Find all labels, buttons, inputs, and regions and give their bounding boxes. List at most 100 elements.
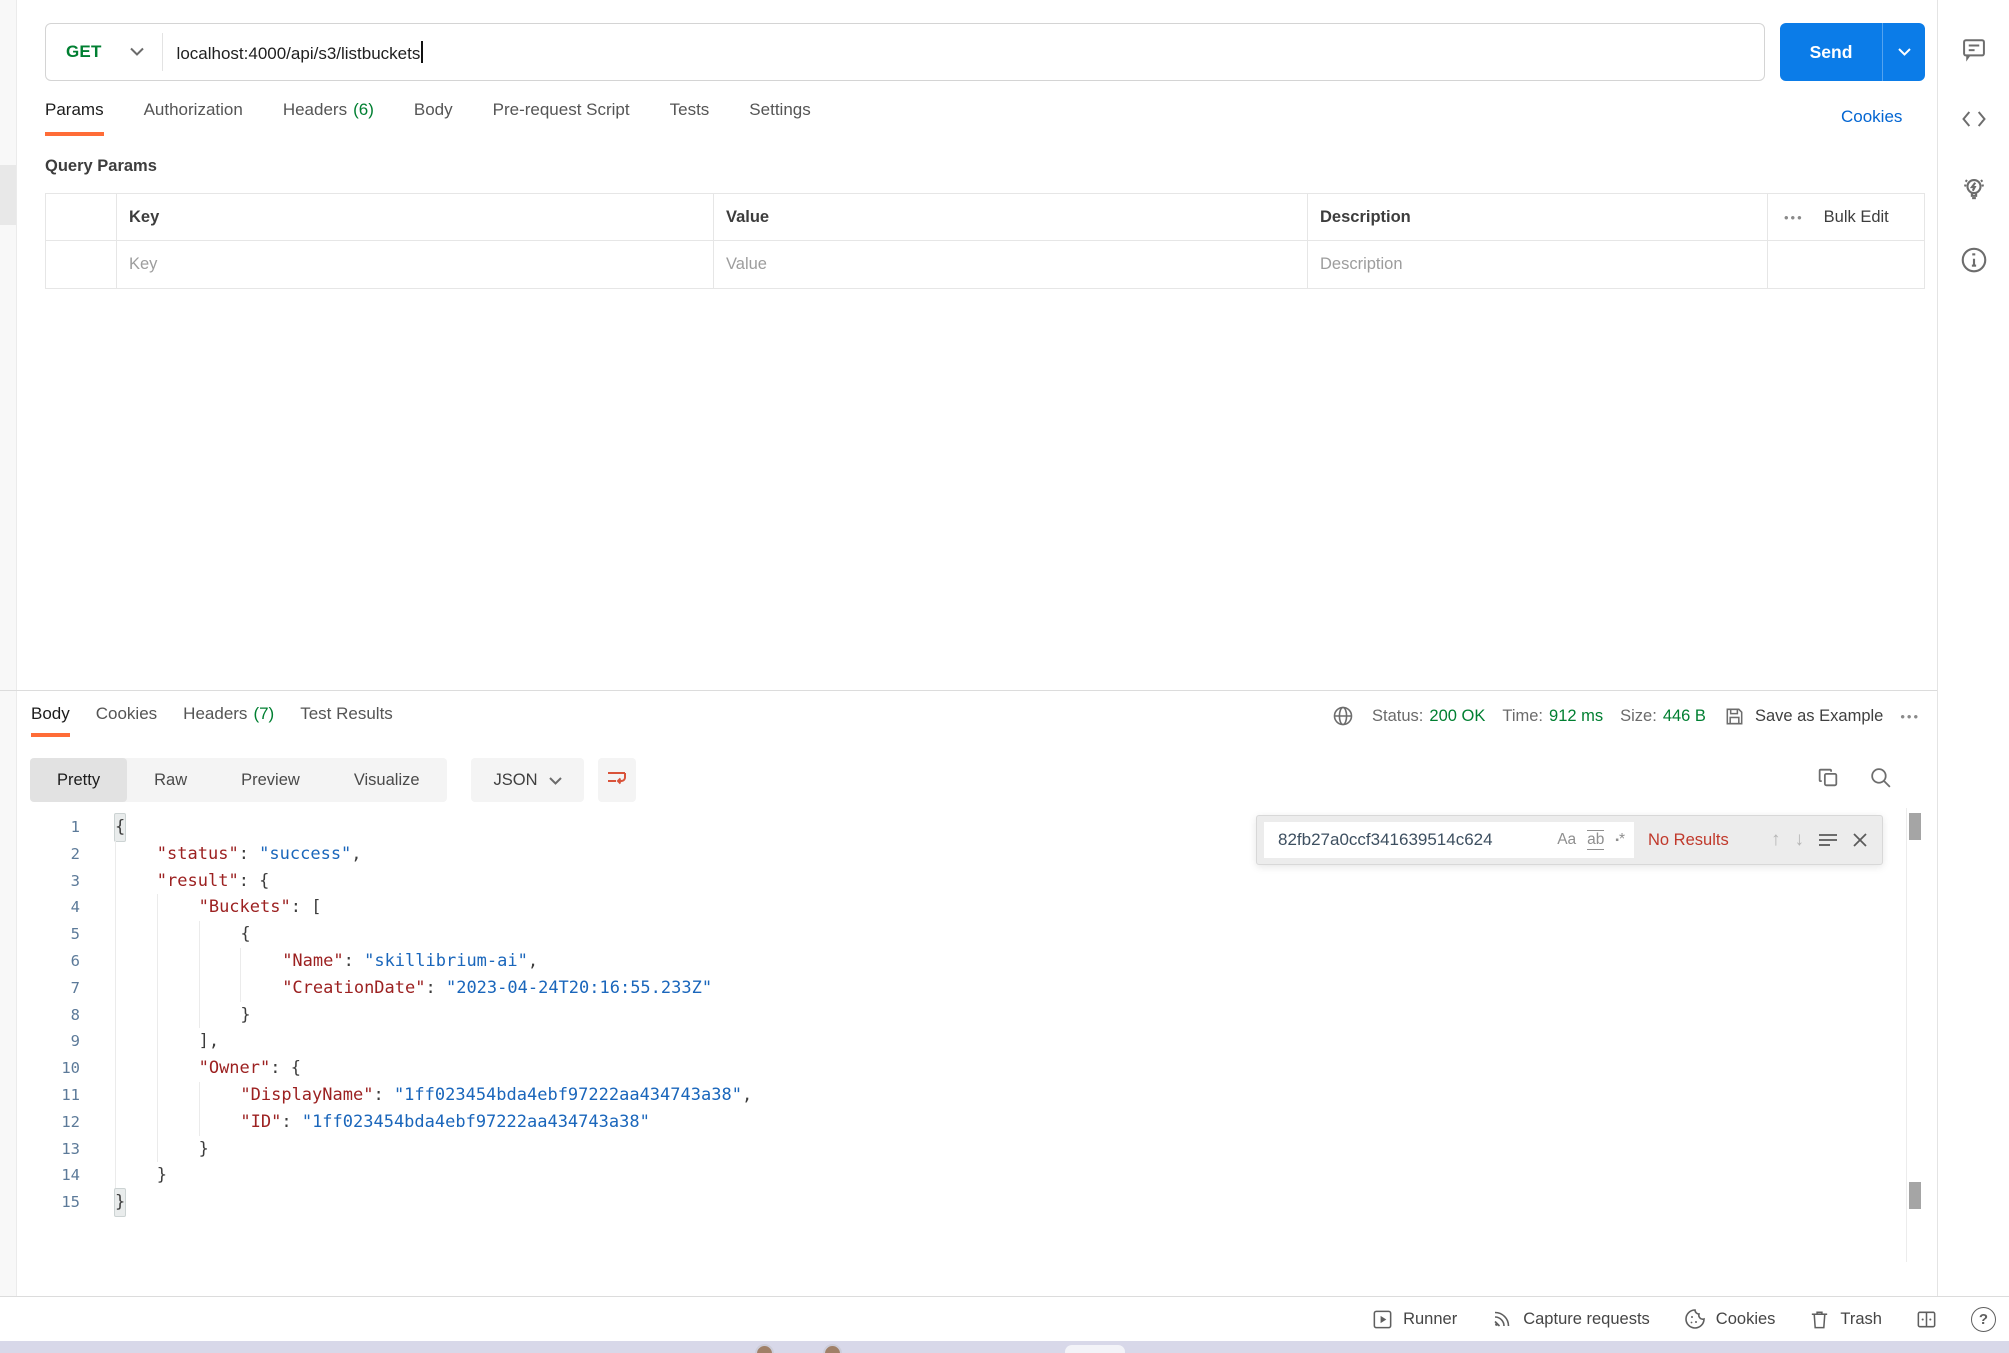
cookies-link[interactable]: Cookies bbox=[1841, 107, 1902, 127]
line-number: 13 bbox=[61, 1139, 80, 1158]
copy-response-button[interactable] bbox=[1814, 766, 1842, 794]
code-token: : { bbox=[238, 870, 270, 891]
query-params-table: Key Value Description ••• Bulk Edit Key … bbox=[45, 193, 1925, 289]
find-previous-icon[interactable]: ↑ bbox=[1771, 829, 1781, 851]
indent-guide-line bbox=[156, 921, 199, 948]
app-window: GET localhost:4000/api/s3/listbuckets Se… bbox=[0, 0, 2009, 1353]
match-case-icon[interactable]: Aa bbox=[1557, 831, 1576, 849]
code-token: "Name" bbox=[282, 950, 344, 971]
taskbar-highlight bbox=[1065, 1345, 1125, 1353]
search-response-button[interactable] bbox=[1866, 766, 1894, 794]
close-icon[interactable] bbox=[1852, 832, 1868, 848]
tab-pre-request-script[interactable]: Pre-request Script bbox=[493, 100, 630, 136]
related-requests-button[interactable] bbox=[1956, 173, 1992, 209]
format-selector[interactable]: JSON bbox=[471, 758, 584, 802]
capture-requests-button[interactable]: Capture requests bbox=[1490, 1307, 1650, 1331]
tab-headers[interactable]: Headers (6) bbox=[283, 100, 374, 136]
url-input[interactable]: localhost:4000/api/s3/listbuckets bbox=[176, 40, 423, 64]
bulk-edit-button[interactable]: Bulk Edit bbox=[1824, 208, 1889, 227]
view-pretty[interactable]: Pretty bbox=[30, 758, 128, 802]
indent-guide-line bbox=[156, 1108, 199, 1136]
line-number: 11 bbox=[61, 1085, 80, 1104]
code-token: "Owner" bbox=[198, 1058, 271, 1079]
send-options-chevron[interactable] bbox=[1883, 23, 1925, 81]
code-token: , bbox=[527, 950, 539, 971]
code-line: 12 "ID": "1ff023454bda4ebf97222aa434743a3… bbox=[17, 1108, 1903, 1136]
code-token: : bbox=[343, 950, 365, 971]
query-params-header-row: Key Value Description ••• Bulk Edit bbox=[46, 194, 1924, 241]
indent-guide-line bbox=[156, 974, 199, 1002]
regex-icon[interactable]: ▪* bbox=[1615, 831, 1625, 849]
toggle-panel-button[interactable] bbox=[1915, 1308, 1938, 1331]
column-header-value: Value bbox=[713, 194, 1307, 240]
scrollbar-thumb[interactable] bbox=[1909, 1182, 1921, 1209]
response-headers-count-badge: (7) bbox=[253, 704, 275, 723]
scrollbar-thumb[interactable] bbox=[1909, 813, 1921, 840]
line-number: 14 bbox=[61, 1166, 80, 1185]
find-in-response-overlay: 82fb27a0ccf341639514c624 Aa ab ▪* No Res… bbox=[1256, 815, 1883, 865]
response-tab-headers[interactable]: Headers (7) bbox=[183, 704, 274, 737]
panel-layout-icon bbox=[1915, 1308, 1938, 1331]
indent-guide-line bbox=[115, 894, 157, 922]
view-preview[interactable]: Preview bbox=[214, 758, 327, 802]
status-bar: Runner Capture requests Cookies Trash ? bbox=[0, 1296, 2009, 1341]
code-snippet-button[interactable] bbox=[1956, 103, 1992, 139]
response-tab-test-results[interactable]: Test Results bbox=[300, 704, 393, 737]
code-token: , bbox=[741, 1084, 753, 1105]
method-selector[interactable]: GET bbox=[46, 42, 144, 62]
left-sidebar-fragment bbox=[0, 165, 16, 225]
indent-guide-line bbox=[156, 1081, 199, 1109]
tab-settings[interactable]: Settings bbox=[749, 100, 810, 136]
line-number: 10 bbox=[61, 1059, 80, 1078]
send-button[interactable]: Send bbox=[1780, 23, 1925, 81]
code-line: 3 "result": { bbox=[17, 867, 1903, 895]
response-tab-body[interactable]: Body bbox=[31, 704, 70, 737]
runner-button[interactable]: Runner bbox=[1371, 1308, 1457, 1331]
code-icon bbox=[1959, 105, 1989, 138]
key-input[interactable]: Key bbox=[116, 241, 713, 288]
save-as-example-button[interactable]: Save as Example bbox=[1723, 705, 1883, 728]
trash-button[interactable]: Trash bbox=[1808, 1308, 1882, 1331]
request-info-button[interactable] bbox=[1956, 244, 1992, 280]
value-input[interactable]: Value bbox=[713, 241, 1307, 288]
code-token: "status" bbox=[156, 843, 239, 864]
tab-authorization[interactable]: Authorization bbox=[144, 100, 243, 136]
cookies-button[interactable]: Cookies bbox=[1683, 1307, 1775, 1331]
line-number: 9 bbox=[70, 1032, 80, 1051]
code-token: , bbox=[351, 843, 362, 864]
format-value: JSON bbox=[493, 770, 538, 789]
request-response-divider[interactable] bbox=[0, 690, 1937, 691]
indent-guide-line bbox=[115, 1028, 157, 1056]
line-number: 2 bbox=[70, 844, 80, 863]
column-header-description: Description bbox=[1307, 194, 1767, 240]
row-checkbox-cell[interactable] bbox=[46, 241, 116, 288]
view-raw[interactable]: Raw bbox=[127, 758, 214, 802]
cookie-icon bbox=[1683, 1307, 1707, 1331]
response-tab-cookies[interactable]: Cookies bbox=[96, 704, 157, 737]
help-button[interactable]: ? bbox=[1971, 1306, 1996, 1332]
find-in-selection-icon[interactable] bbox=[1818, 832, 1838, 848]
tab-tests[interactable]: Tests bbox=[670, 100, 710, 136]
response-size: Size: 446 B bbox=[1620, 706, 1706, 725]
find-input[interactable]: 82fb27a0ccf341639514c624 Aa ab ▪* bbox=[1264, 822, 1634, 858]
find-next-icon[interactable]: ↓ bbox=[1795, 829, 1805, 851]
select-all-cell[interactable] bbox=[46, 194, 116, 240]
copy-icon bbox=[1816, 765, 1841, 795]
indent-guide-line bbox=[156, 1001, 199, 1029]
view-visualize[interactable]: Visualize bbox=[327, 758, 447, 802]
wrap-text-button[interactable] bbox=[598, 758, 636, 802]
more-options-icon[interactable]: ••• bbox=[1784, 210, 1804, 225]
response-body-code[interactable]: 1{2 "status": "success", 3 "result": {4 "Buc… bbox=[17, 814, 1903, 1272]
code-token: ], bbox=[198, 1031, 220, 1052]
response-more-options-icon[interactable]: ••• bbox=[1900, 709, 1920, 724]
query-params-empty-row: Key Value Description bbox=[46, 241, 1924, 288]
column-header-key: Key bbox=[116, 194, 713, 240]
line-number: 1 bbox=[70, 818, 80, 836]
send-button-label[interactable]: Send bbox=[1780, 23, 1883, 81]
tab-body[interactable]: Body bbox=[414, 100, 453, 136]
comments-button[interactable] bbox=[1956, 33, 1992, 69]
description-input[interactable]: Description bbox=[1307, 241, 1767, 288]
whole-word-icon[interactable]: ab bbox=[1587, 830, 1605, 850]
url-value: localhost:4000/api/s3/listbuckets bbox=[176, 43, 421, 63]
tab-params[interactable]: Params bbox=[45, 100, 104, 136]
